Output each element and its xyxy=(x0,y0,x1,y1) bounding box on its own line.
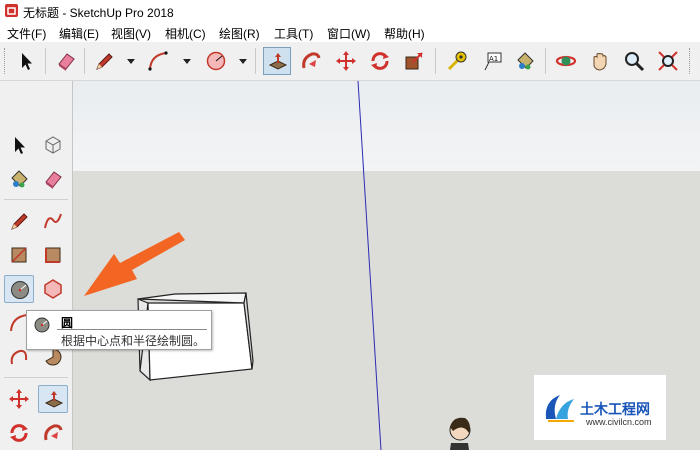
menu-view[interactable]: 视图(V) xyxy=(111,25,151,42)
arc-tool-button[interactable] xyxy=(144,47,172,75)
tape-measure-icon xyxy=(447,51,467,71)
push-pull-tool-button[interactable] xyxy=(263,47,291,75)
shape-dropdown-icon[interactable] xyxy=(238,56,248,66)
polygon-icon xyxy=(44,279,62,299)
paint-bucket-icon xyxy=(517,52,534,70)
orange-callout-arrow xyxy=(84,232,185,296)
lp-polygon-button[interactable] xyxy=(38,275,68,303)
select-arrow-icon xyxy=(15,137,25,154)
line-tool-button[interactable] xyxy=(90,47,118,75)
person-figure xyxy=(449,417,471,450)
svg-text:A1: A1 xyxy=(489,55,498,63)
menu-file[interactable]: 文件(F) xyxy=(7,25,46,42)
lp-push-pull-button[interactable] xyxy=(38,385,68,413)
sketchup-logo-icon xyxy=(5,4,18,17)
tooltip-description: 根据中心点和半径绘制圆。 xyxy=(61,334,206,348)
lp-follow-me-button[interactable] xyxy=(38,419,68,447)
watermark-title: 土木工程网 xyxy=(580,401,650,417)
lp-paint-bucket-button[interactable] xyxy=(4,165,34,193)
text-tool-button[interactable]: A1 xyxy=(478,47,506,75)
select-arrow-icon xyxy=(22,53,32,70)
circle-tool-tooltip: 圆 根据中心点和半径绘制圆。 xyxy=(26,310,212,350)
toolbar-grip-right[interactable] xyxy=(689,48,693,74)
zoom-magnifier-icon xyxy=(625,52,645,72)
rotate-tool-button[interactable] xyxy=(366,47,394,75)
title-bar: 无标题 - SketchUp Pro 2018 xyxy=(0,0,700,23)
circle-shape-icon xyxy=(206,51,226,71)
push-pull-icon xyxy=(44,391,64,408)
tape-measure-tool-button[interactable] xyxy=(443,47,471,75)
component-cube-icon xyxy=(45,136,61,154)
eraser-icon xyxy=(45,171,62,189)
lp-select-button[interactable] xyxy=(4,131,34,159)
rotate-icon xyxy=(10,424,28,442)
watermark-url: www.civilcn.com xyxy=(586,417,652,427)
main-toolbar: A1 xyxy=(0,42,700,81)
orbit-icon xyxy=(555,55,577,67)
menu-tools[interactable]: 工具(T) xyxy=(274,25,313,42)
line-dropdown-icon[interactable] xyxy=(126,56,136,66)
lp-eraser-button[interactable] xyxy=(38,165,68,193)
blue-axis-line xyxy=(357,81,382,450)
follow-me-tool-button[interactable] xyxy=(297,47,325,75)
push-pull-icon xyxy=(268,53,288,70)
toolbar-grip[interactable] xyxy=(4,48,8,74)
rotated-rectangle-icon xyxy=(45,247,61,263)
freehand-icon xyxy=(44,213,62,229)
arc-dropdown-icon[interactable] xyxy=(182,56,192,66)
move-arrows-icon xyxy=(336,51,356,71)
lp-line-button[interactable] xyxy=(4,207,34,235)
move-arrows-icon xyxy=(9,389,29,409)
zoom-extents-icon xyxy=(658,51,678,71)
civilcn-watermark: 土木工程网 www.civilcn.com xyxy=(533,374,667,441)
lp-freehand-button[interactable] xyxy=(38,207,68,235)
lp-rotate-button[interactable] xyxy=(4,419,34,447)
menu-bar: 文件(F) 编辑(E) 视图(V) 相机(C) 绘图(R) 工具(T) 窗口(W… xyxy=(0,22,700,42)
pencil-icon xyxy=(11,213,28,230)
lp-rectangle-button[interactable] xyxy=(4,241,34,269)
pan-tool-button[interactable] xyxy=(586,47,614,75)
lp-make-component-button[interactable] xyxy=(38,131,68,159)
pencil-icon xyxy=(96,53,113,70)
large-tool-set-panel xyxy=(0,81,73,450)
circle-icon xyxy=(34,317,50,333)
scale-tool-button[interactable] xyxy=(400,47,428,75)
paint-bucket-icon xyxy=(11,170,28,188)
follow-me-icon xyxy=(302,52,321,69)
arc-icon xyxy=(148,51,168,71)
follow-me-icon xyxy=(44,424,63,441)
scale-icon xyxy=(405,52,423,70)
pan-hand-icon xyxy=(593,53,607,71)
menu-draw[interactable]: 绘图(R) xyxy=(219,25,260,42)
menu-window[interactable]: 窗口(W) xyxy=(327,25,370,42)
lp-rotated-rectangle-button[interactable] xyxy=(38,241,68,269)
rotate-icon xyxy=(371,52,389,70)
zoom-extents-tool-button[interactable] xyxy=(654,47,682,75)
lp-circle-button[interactable] xyxy=(4,275,34,303)
zoom-tool-button[interactable] xyxy=(620,47,648,75)
rectangle-icon xyxy=(11,247,27,263)
shape-tool-button[interactable] xyxy=(202,47,230,75)
menu-edit[interactable]: 编辑(E) xyxy=(59,25,99,42)
civilcn-logo-icon xyxy=(545,395,574,422)
menu-help[interactable]: 帮助(H) xyxy=(384,25,425,42)
circle-icon xyxy=(11,281,29,299)
eraser-icon xyxy=(58,53,75,71)
select-tool-button[interactable] xyxy=(12,47,40,75)
paint-bucket-tool-button[interactable] xyxy=(511,47,539,75)
orbit-tool-button[interactable] xyxy=(552,47,580,75)
move-tool-button[interactable] xyxy=(332,47,360,75)
eraser-tool-button[interactable] xyxy=(52,47,80,75)
window-title: 无标题 - SketchUp Pro 2018 xyxy=(23,6,174,20)
menu-camera[interactable]: 相机(C) xyxy=(165,25,206,42)
lp-move-button[interactable] xyxy=(4,385,34,413)
text-label-icon: A1 xyxy=(484,52,502,71)
